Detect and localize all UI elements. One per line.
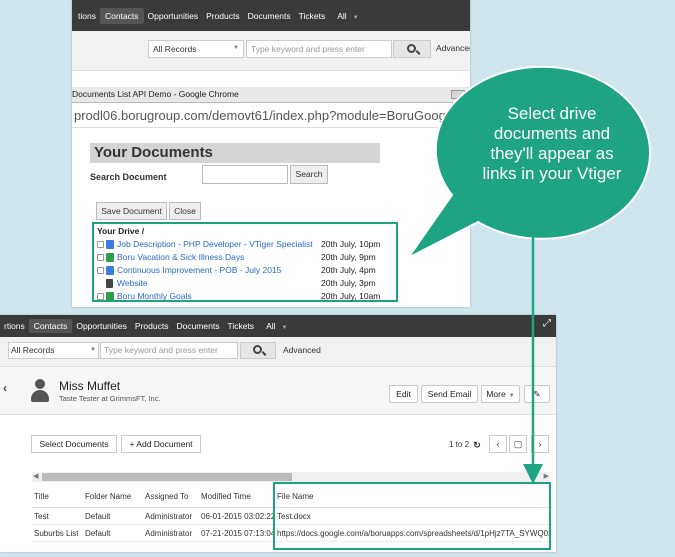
callout-line: Select drive xyxy=(507,104,597,123)
callout-line: links in your Vtiger xyxy=(482,164,622,183)
callout-line: documents and xyxy=(493,124,611,143)
callout-line: they'll appear as xyxy=(490,144,614,163)
callout-text: Select drive documents and they'll appea… xyxy=(462,104,642,184)
callout-graphic xyxy=(407,65,652,484)
